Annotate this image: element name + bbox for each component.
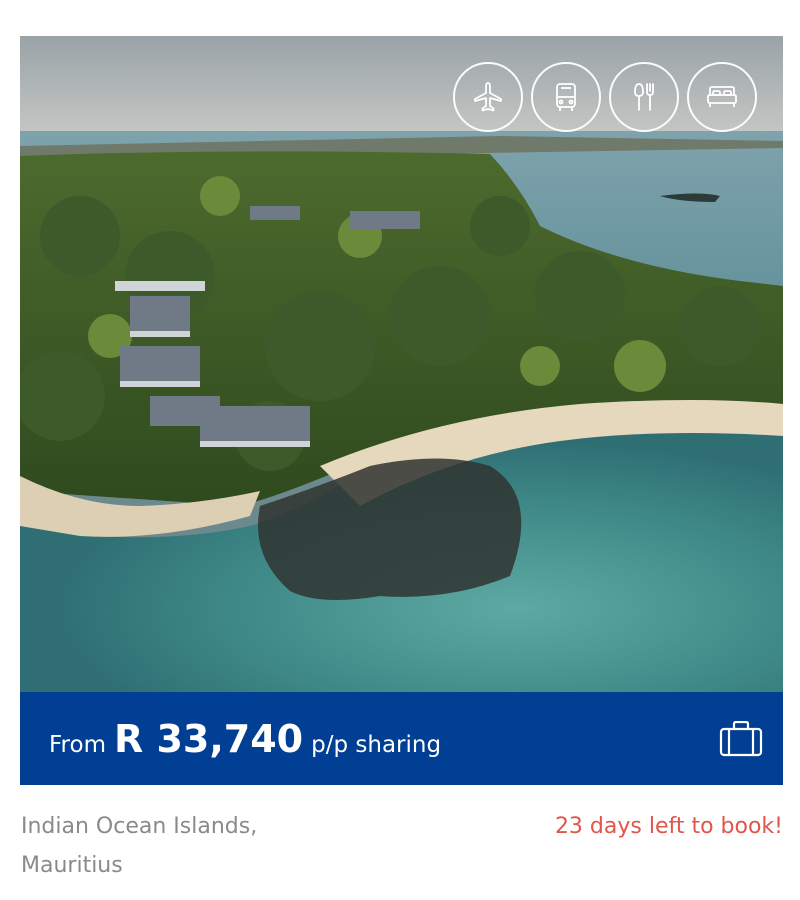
feature-icons: [453, 62, 757, 132]
dining-icon: [609, 62, 679, 132]
price-suffix: p/p sharing: [311, 731, 442, 758]
price-amount: R 33,740: [113, 716, 304, 761]
destination-location[interactable]: Indian Ocean Islands, Mauritius: [21, 807, 341, 885]
from-label: From: [49, 731, 106, 758]
price-bar[interactable]: From R 33,740 p/p sharing: [20, 692, 783, 785]
location-region: Indian Ocean Islands,: [21, 814, 258, 839]
location-country: Mauritius: [21, 853, 123, 878]
bed-icon: [687, 62, 757, 132]
suitcase-icon[interactable]: [719, 720, 763, 757]
price-text: From R 33,740 p/p sharing: [49, 717, 441, 761]
resort-photo[interactable]: [20, 36, 783, 692]
airplane-icon: [453, 62, 523, 132]
resort-aerial-image: [20, 36, 783, 692]
deal-card[interactable]: From R 33,740 p/p sharing Indian Ocean I…: [20, 36, 783, 885]
booking-deadline: 23 days left to book!: [554, 814, 783, 839]
bus-icon: [531, 62, 601, 132]
card-footer: Indian Ocean Islands, Mauritius 23 days …: [20, 785, 783, 885]
